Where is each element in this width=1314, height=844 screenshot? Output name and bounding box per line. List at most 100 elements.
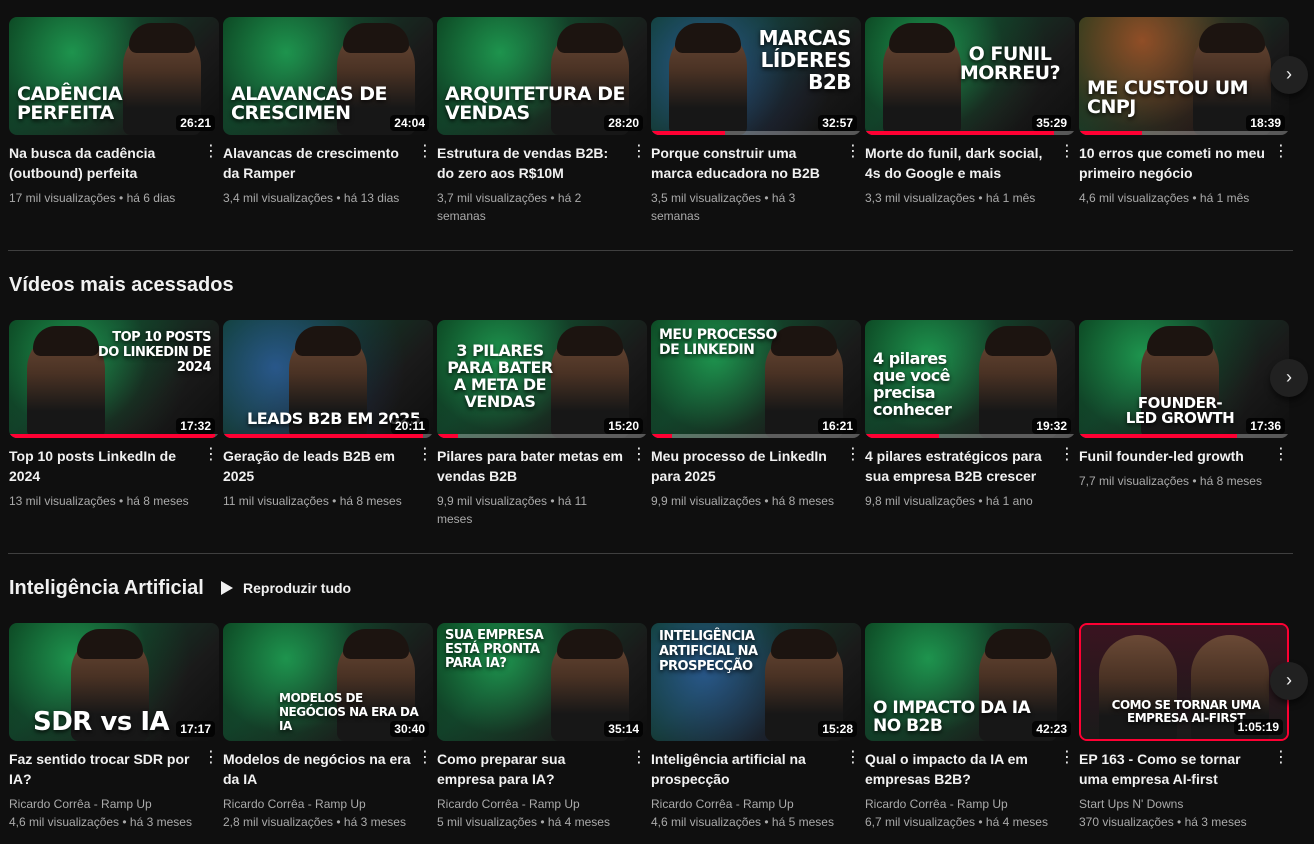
video-thumbnail[interactable]: 4 pilares que você precisa conhecer 19:3… [865, 320, 1075, 438]
video-card[interactable]: MARCAS LÍDERES B2B 32:57 Porque construi… [651, 17, 861, 225]
chevron-right-icon[interactable]: › [1270, 359, 1308, 397]
more-vert-icon[interactable]: ⋮ [843, 749, 863, 769]
play-all-button[interactable]: Reproduzir tudo [221, 580, 351, 596]
chevron-right-icon[interactable]: › [1270, 662, 1308, 700]
video-title[interactable]: 10 erros que cometi no meu primeiro negó… [1079, 143, 1267, 183]
video-title[interactable]: Top 10 posts LinkedIn de 2024 [9, 446, 197, 486]
video-card[interactable]: INTELIGÊNCIA ARTIFICIAL NA PROSPECÇÃO 15… [651, 623, 861, 831]
more-vert-icon[interactable]: ⋮ [1057, 749, 1077, 769]
video-thumbnail[interactable]: TOP 10 POSTS DO LINKEDIN DE 2024 17:32 [9, 320, 219, 438]
video-card[interactable]: SDR vs IA 17:17 Faz sentido trocar SDR p… [9, 623, 219, 831]
more-vert-icon[interactable]: ⋮ [629, 446, 649, 466]
video-card[interactable]: LEADS B2B EM 2025 20:11 Geração de leads… [223, 320, 433, 510]
video-thumbnail[interactable]: ME CUSTOU UM CNPJ 18:39 [1079, 17, 1289, 135]
more-vert-icon[interactable]: ⋮ [629, 143, 649, 163]
video-thumbnail[interactable]: CADÊNCIA PERFEITA 26:21 [9, 17, 219, 135]
thumbnail-text: SDR vs IA [33, 707, 170, 737]
video-thumbnail[interactable]: MARCAS LÍDERES B2B 32:57 [651, 17, 861, 135]
shelf-popular: TOP 10 POSTS DO LINKEDIN DE 2024 17:32 T… [0, 320, 1314, 552]
channel-name[interactable]: Ricardo Corrêa - Ramp Up [651, 795, 839, 813]
video-title[interactable]: Porque construir uma marca educadora no … [651, 143, 839, 183]
channel-name[interactable]: Ricardo Corrêa - Ramp Up [865, 795, 1053, 813]
duration-badge: 17:32 [176, 418, 215, 434]
video-title[interactable]: Alavancas de crescimento da Ramper [223, 143, 411, 183]
video-thumbnail[interactable]: O FUNIL MORREU? 35:29 [865, 17, 1075, 135]
video-card[interactable]: O IMPACTO DA IA NO B2B 42:23 Qual o impa… [865, 623, 1075, 831]
video-title[interactable]: Funil founder-led growth [1079, 446, 1267, 466]
channel-name[interactable]: Ricardo Corrêa - Ramp Up [437, 795, 625, 813]
more-vert-icon[interactable]: ⋮ [629, 749, 649, 769]
shelf-title[interactable]: Vídeos mais acessados [9, 271, 234, 299]
video-title[interactable]: Morte do funil, dark social, 4s do Googl… [865, 143, 1053, 183]
video-card[interactable]: ALAVANCAS DE CRESCIMEN 24:04 Alavancas d… [223, 17, 433, 207]
video-card[interactable]: FOUNDER-LED GROWTH 17:36 Funil founder-l… [1079, 320, 1289, 490]
channel-name[interactable]: Ricardo Corrêa - Ramp Up [223, 795, 411, 813]
video-card[interactable]: O FUNIL MORREU? 35:29 Morte do funil, da… [865, 17, 1075, 207]
video-card[interactable]: 3 PILARES PARA BATER A META DE VENDAS 15… [437, 320, 647, 528]
video-title[interactable]: Na busca da cadência (outbound) perfeita [9, 143, 197, 183]
video-title[interactable]: Inteligência artificial na prospecção [651, 749, 839, 789]
video-thumbnail[interactable]: SUA EMPRESA ESTÁ PRONTA PARA IA? 35:14 [437, 623, 647, 741]
more-vert-icon[interactable]: ⋮ [1271, 143, 1291, 163]
shelf-divider [8, 250, 1293, 251]
video-card[interactable]: 4 pilares que você precisa conhecer 19:3… [865, 320, 1075, 510]
video-card[interactable]: MODELOS DE NEGÓCIOS NA ERA DA IA 30:40 M… [223, 623, 433, 831]
channel-name[interactable]: Start Ups N' Downs [1079, 795, 1267, 813]
video-title[interactable]: 4 pilares estratégicos para sua empresa … [865, 446, 1053, 486]
more-vert-icon[interactable]: ⋮ [201, 143, 221, 163]
video-card[interactable]: COMO SE TORNAR UMA EMPRESA AI-FIRST 1:05… [1079, 623, 1289, 831]
more-vert-icon[interactable]: ⋮ [415, 446, 435, 466]
video-thumbnail[interactable]: 3 PILARES PARA BATER A META DE VENDAS 15… [437, 320, 647, 438]
more-vert-icon[interactable]: ⋮ [1057, 143, 1077, 163]
duration-badge: 18:39 [1246, 115, 1285, 131]
video-thumbnail[interactable]: LEADS B2B EM 2025 20:11 [223, 320, 433, 438]
video-title[interactable]: Modelos de negócios na era da IA [223, 749, 411, 789]
shelf-title[interactable]: Inteligência Artificial [9, 574, 204, 602]
video-card[interactable]: ARQUITETURA DE VENDAS 28:20 Estrutura de… [437, 17, 647, 225]
video-card[interactable]: SUA EMPRESA ESTÁ PRONTA PARA IA? 35:14 C… [437, 623, 647, 831]
shelf-recent-row: CADÊNCIA PERFEITA 26:21 Na busca da cadê… [0, 17, 1314, 249]
video-thumbnail[interactable]: MODELOS DE NEGÓCIOS NA ERA DA IA 30:40 [223, 623, 433, 741]
watch-progress [437, 434, 458, 438]
watch-progress [651, 434, 672, 438]
duration-badge: 15:20 [604, 418, 643, 434]
video-thumbnail[interactable]: MEU PROCESSO DE LINKEDIN 16:21 [651, 320, 861, 438]
video-thumbnail[interactable]: FOUNDER-LED GROWTH 17:36 [1079, 320, 1289, 438]
video-thumbnail[interactable]: INTELIGÊNCIA ARTIFICIAL NA PROSPECÇÃO 15… [651, 623, 861, 741]
video-title[interactable]: Estrutura de vendas B2B: do zero aos R$1… [437, 143, 625, 183]
channel-name[interactable]: Ricardo Corrêa - Ramp Up [9, 795, 197, 813]
duration-badge: 17:36 [1246, 418, 1285, 434]
chevron-right-icon[interactable]: › [1270, 56, 1308, 94]
more-vert-icon[interactable]: ⋮ [415, 749, 435, 769]
video-card[interactable]: ME CUSTOU UM CNPJ 18:39 10 erros que com… [1079, 17, 1289, 207]
video-thumbnail[interactable]: ALAVANCAS DE CRESCIMEN 24:04 [223, 17, 433, 135]
video-card[interactable]: MEU PROCESSO DE LINKEDIN 16:21 Meu proce… [651, 320, 861, 510]
shelf-popular-row: TOP 10 POSTS DO LINKEDIN DE 2024 17:32 T… [0, 320, 1314, 552]
video-title[interactable]: EP 163 - Como se tornar uma empresa AI-f… [1079, 749, 1267, 789]
video-stats: 3,4 mil visualizações • há 13 dias [223, 191, 400, 205]
more-vert-icon[interactable]: ⋮ [415, 143, 435, 163]
video-thumbnail[interactable]: O IMPACTO DA IA NO B2B 42:23 [865, 623, 1075, 741]
video-title[interactable]: Qual o impacto da IA em empresas B2B? [865, 749, 1053, 789]
video-title[interactable]: Como preparar sua empresa para IA? [437, 749, 625, 789]
video-title[interactable]: Faz sentido trocar SDR por IA? [9, 749, 197, 789]
duration-badge: 16:21 [818, 418, 857, 434]
more-vert-icon[interactable]: ⋮ [1271, 446, 1291, 466]
more-vert-icon[interactable]: ⋮ [201, 446, 221, 466]
video-title[interactable]: Meu processo de LinkedIn para 2025 [651, 446, 839, 486]
thumbnail-text: O IMPACTO DA IA NO B2B [873, 698, 1031, 736]
video-thumbnail[interactable]: SDR vs IA 17:17 [9, 623, 219, 741]
thumbnail-text: CADÊNCIA PERFEITA [17, 83, 123, 124]
shelf-divider [8, 553, 1293, 554]
more-vert-icon[interactable]: ⋮ [843, 446, 863, 466]
video-thumbnail[interactable]: COMO SE TORNAR UMA EMPRESA AI-FIRST 1:05… [1079, 623, 1289, 741]
video-title[interactable]: Geração de leads B2B em 2025 [223, 446, 411, 486]
more-vert-icon[interactable]: ⋮ [843, 143, 863, 163]
video-thumbnail[interactable]: ARQUITETURA DE VENDAS 28:20 [437, 17, 647, 135]
video-card[interactable]: CADÊNCIA PERFEITA 26:21 Na busca da cadê… [9, 17, 219, 207]
more-vert-icon[interactable]: ⋮ [1057, 446, 1077, 466]
more-vert-icon[interactable]: ⋮ [201, 749, 221, 769]
video-card[interactable]: TOP 10 POSTS DO LINKEDIN DE 2024 17:32 T… [9, 320, 219, 510]
video-title[interactable]: Pilares para bater metas em vendas B2B [437, 446, 625, 486]
more-vert-icon[interactable]: ⋮ [1271, 749, 1291, 769]
